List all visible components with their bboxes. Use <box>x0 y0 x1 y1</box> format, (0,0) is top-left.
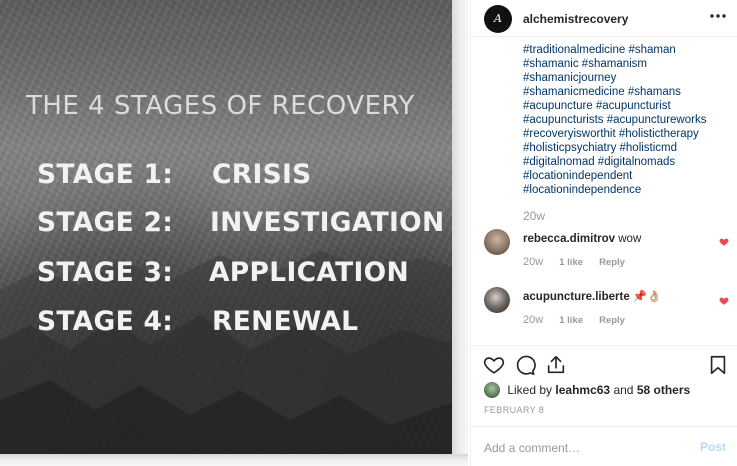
hashtag-line[interactable]: #acupuncturists #acupunctureworks <box>523 113 728 127</box>
post-panel: A alchemistrecovery #traditionalmedicine… <box>470 0 737 466</box>
stage-label: STAGE 1: <box>37 159 174 190</box>
stage-name: RENEWAL <box>212 306 359 337</box>
comment-username[interactable]: rebecca.dimitrov <box>523 233 615 245</box>
image-title: THE 4 STAGES OF RECOVERY <box>26 91 415 121</box>
comment-timestamp: 20w <box>523 256 544 268</box>
post-button[interactable]: Post <box>700 440 726 454</box>
comment-text: wow <box>618 233 642 245</box>
comment-likes[interactable]: 1 like <box>559 315 583 326</box>
heart-icon[interactable] <box>719 237 729 247</box>
torn-paper-edge <box>452 0 468 466</box>
post-header: A alchemistrecovery <box>471 0 737 37</box>
username-link[interactable]: alchemistrecovery <box>523 12 628 26</box>
comment-timestamp: 20w <box>523 314 544 326</box>
caption-hashtags: #traditionalmedicine #shaman #shamanic #… <box>523 43 728 197</box>
heart-icon[interactable] <box>483 354 505 376</box>
hashtag-line[interactable]: #shamanic #shamanism <box>523 57 728 71</box>
hashtag-line[interactable]: #shamanicmedicine #shamans <box>523 85 728 99</box>
torn-paper-edge <box>0 454 468 466</box>
caption-timestamp: 20w <box>523 209 546 223</box>
add-comment-bar: Post <box>471 426 737 466</box>
liked-by-row: Liked by leahmc63 and 58 others <box>484 382 690 398</box>
bookmark-icon[interactable] <box>707 354 729 376</box>
hashtag-line[interactable]: #acupuncture #acupuncturist <box>523 99 728 113</box>
reply-button[interactable]: Reply <box>599 257 625 268</box>
comment-input[interactable] <box>484 439 684 457</box>
stage-name: APPLICATION <box>209 257 409 288</box>
share-icon[interactable] <box>545 354 567 376</box>
avatar[interactable] <box>484 382 500 398</box>
liked-others-link[interactable]: 58 others <box>637 383 690 397</box>
liked-and: and <box>613 383 634 397</box>
stage-name: INVESTIGATION <box>210 207 445 238</box>
post-image[interactable]: THE 4 STAGES OF RECOVERY STAGE 1: CRISIS… <box>0 0 468 466</box>
comment-text: 📌👌🏼 <box>632 291 662 303</box>
stage-label: STAGE 4: <box>37 306 174 337</box>
post-date[interactable]: FEBRUARY 8 <box>484 405 544 415</box>
hashtag-line[interactable]: #locationindependent <box>523 169 728 183</box>
avatar[interactable] <box>484 229 510 255</box>
avatar[interactable]: A <box>484 5 512 33</box>
comment-icon[interactable] <box>514 354 536 376</box>
liked-prefix: Liked by <box>507 383 553 397</box>
comment-likes[interactable]: 1 like <box>559 257 583 268</box>
hashtag-line[interactable]: #locationindependence <box>523 183 728 197</box>
hashtag-line[interactable]: #holisticpsychiatry #holisticmd <box>523 141 728 155</box>
hashtag-line[interactable]: #traditionalmedicine #shaman <box>523 43 728 57</box>
reply-button[interactable]: Reply <box>599 315 625 326</box>
comment-username[interactable]: acupuncture.liberte <box>523 291 630 303</box>
stage-label: STAGE 3: <box>37 257 174 288</box>
heart-icon[interactable] <box>719 296 729 306</box>
liked-user-link[interactable]: leahmc63 <box>555 383 610 397</box>
hashtag-line[interactable]: #digitalnomad #digitalnomads <box>523 155 728 169</box>
hashtag-line[interactable]: #shamanicjourney <box>523 71 728 85</box>
hashtag-line[interactable]: #recoveryisworthit #holistictherapy <box>523 127 728 141</box>
stage-label: STAGE 2: <box>37 207 174 238</box>
stage-name: CRISIS <box>212 159 312 190</box>
ellipsis-icon[interactable] <box>709 10 727 24</box>
avatar[interactable] <box>484 287 510 313</box>
